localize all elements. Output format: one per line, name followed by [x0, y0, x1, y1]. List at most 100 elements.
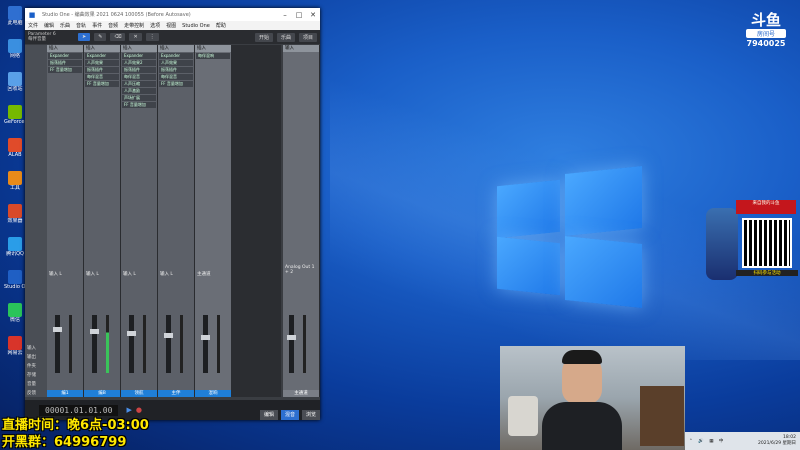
insert-slot[interactable]: 每伴混音	[122, 74, 156, 80]
channel-name: 主伴	[158, 390, 194, 397]
channel-fader-knob[interactable]	[53, 327, 62, 332]
menu-item[interactable]: 编辑	[44, 22, 54, 29]
eraser-tool-icon[interactable]: ⌫	[110, 33, 126, 41]
menu-item[interactable]: 文件	[28, 22, 38, 29]
menu-item[interactable]: 音频	[108, 22, 118, 29]
maximize-icon[interactable]: □	[292, 11, 306, 19]
insert-slot[interactable]: Expander	[48, 53, 82, 59]
insert-slot[interactable]: FF 音量增加	[159, 81, 193, 87]
side-panel-label[interactable]: 件夹	[27, 363, 36, 369]
channel-fader-track[interactable]	[129, 315, 134, 373]
desktop-icon[interactable]: 工具	[4, 171, 26, 191]
channel-meter	[69, 315, 72, 373]
insert-slot[interactable]: 人声压缩	[122, 81, 156, 87]
insert-slot[interactable]: Expander	[159, 53, 193, 59]
minimize-icon[interactable]: –	[278, 11, 292, 19]
side-panel-label[interactable]: 反馈	[27, 390, 36, 396]
desktop-icon[interactable]: 网络	[4, 39, 26, 59]
channel-name: 编B	[84, 390, 120, 397]
main-fader-knob[interactable]	[287, 335, 296, 340]
side-panel-label[interactable]: 音量	[27, 381, 36, 387]
desktop-icon[interactable]: 腾讯QQ	[4, 237, 26, 257]
desktop-icon-glyph	[8, 6, 22, 20]
desktop-icon[interactable]: Studio One	[4, 270, 26, 290]
desktop-icon-label: GeForce Experience	[4, 119, 26, 125]
mute-tool-icon[interactable]: ✕	[129, 33, 142, 41]
insert-slot[interactable]: 振荡插件	[48, 60, 82, 66]
insert-slot[interactable]: 声场扩展	[122, 95, 156, 101]
desktop-icon[interactable]: 微信	[4, 303, 26, 323]
menu-item[interactable]: 视图	[166, 22, 176, 29]
insert-slot[interactable]: 人声效果2	[122, 60, 156, 66]
insert-header: 插入	[121, 45, 157, 52]
insert-slot[interactable]: FF 音量增加	[122, 102, 156, 108]
ad-footer: 扫码参与活动	[736, 270, 798, 276]
channel-fader-knob[interactable]	[127, 331, 136, 336]
close-icon[interactable]: ✕	[306, 11, 320, 19]
menu-item[interactable]: 帮助	[216, 22, 226, 29]
insert-slot[interactable]: 每伴混音	[159, 74, 193, 80]
desktop-icon-label: Studio One	[4, 284, 26, 290]
snap-icon[interactable]: ⋮	[145, 33, 159, 41]
main-fader-track[interactable]	[289, 315, 294, 373]
insert-slot[interactable]: 人声效果	[159, 60, 193, 66]
desktop-icon[interactable]: GeForce Experience	[4, 105, 26, 125]
channel-strip: 插入 Expander 人声效果2 振荡插件 每伴混音 人声压缩 人声激励 声场扩展 FF 音量…	[121, 45, 158, 397]
channel-fader-knob[interactable]	[201, 335, 210, 340]
song-button[interactable]: 乐曲	[276, 32, 295, 42]
play-icon[interactable]: ▶	[126, 406, 131, 414]
room-tag: 房间号	[746, 29, 786, 38]
channel-fader-knob[interactable]	[164, 333, 173, 338]
title-bar[interactable]: ■ Studio One - 编曲效果 2021 0624 100055 (Be…	[25, 8, 320, 21]
promo-ad[interactable]: 来自我的斗鱼 扫码参与活动	[706, 198, 800, 296]
toolbar: Parameter 6 每伴音量 ➤ ✎ ⌫ ✕ ⋮ 开始 乐曲 项目	[25, 30, 320, 44]
view-button[interactable]: 编辑	[259, 409, 278, 420]
project-button[interactable]: 项目	[298, 32, 317, 42]
tray-date: 2021/6/29 星期日	[757, 441, 796, 446]
insert-slot[interactable]: Expander	[85, 53, 119, 59]
pencil-tool-icon[interactable]: ✎	[94, 33, 107, 41]
insert-slot[interactable]: FF 音量增加	[48, 67, 82, 73]
channel-fader-track[interactable]	[203, 315, 208, 373]
side-panel-label[interactable]: 输出	[27, 354, 36, 360]
desktop-icon[interactable]: 此电脑	[4, 6, 26, 26]
record-icon[interactable]: ●	[136, 406, 142, 414]
side-panel-label[interactable]: 输入	[27, 345, 36, 351]
view-button[interactable]: 浏览	[301, 409, 320, 420]
desktop-icon-glyph	[8, 204, 22, 218]
view-button[interactable]: 混音	[280, 409, 299, 420]
ad-header: 来自我的斗鱼	[736, 200, 796, 214]
insert-slot[interactable]: 每伴混音	[85, 74, 119, 80]
desktop-icon[interactable]: 效果器	[4, 204, 26, 224]
window-title: Studio One - 编曲效果 2021 0624 100055 (Befo…	[42, 12, 191, 18]
desktop-icon-glyph	[8, 39, 22, 53]
menu-item[interactable]: 乐曲	[60, 22, 70, 29]
channel-fader-knob[interactable]	[90, 329, 99, 334]
insert-header: 插入	[47, 45, 83, 52]
insert-slot[interactable]: 人声效果	[85, 60, 119, 66]
menu-item[interactable]: 选项	[150, 22, 160, 29]
menu-item[interactable]: 走带控制	[124, 22, 144, 29]
menu-item[interactable]: 音轨	[76, 22, 86, 29]
side-panel-label[interactable]: 存储	[27, 372, 36, 378]
insert-slot[interactable]: FF 音量增加	[85, 81, 119, 87]
insert-slot[interactable]: Expander	[122, 53, 156, 59]
insert-slot[interactable]: 人声激励	[122, 88, 156, 94]
desktop-icon[interactable]: ALAB	[4, 138, 26, 158]
channel-fader-track[interactable]	[55, 315, 60, 373]
insert-slot[interactable]: 振荡插件	[85, 67, 119, 73]
channel-fader-track[interactable]	[92, 315, 97, 373]
desktop-icon[interactable]: 回收站	[4, 72, 26, 92]
main-channel-name: 主通道	[283, 390, 319, 397]
start-button[interactable]: 开始	[254, 32, 273, 42]
menu-item[interactable]: Studio One	[182, 23, 210, 29]
desktop-icon[interactable]: 网易云	[4, 336, 26, 356]
room-number: 7940025	[746, 39, 786, 48]
insert-slot[interactable]: 振荡插件	[159, 67, 193, 73]
arrow-tool-icon[interactable]: ➤	[78, 33, 91, 41]
insert-slot[interactable]: 振荡插件	[122, 67, 156, 73]
insert-slot[interactable]: 每伴混响	[196, 53, 230, 59]
channel-fader-track[interactable]	[166, 315, 171, 373]
tray-icons[interactable]: ⌃ 🔊 ▦ 中	[689, 438, 725, 444]
menu-item[interactable]: 事件	[92, 22, 102, 29]
